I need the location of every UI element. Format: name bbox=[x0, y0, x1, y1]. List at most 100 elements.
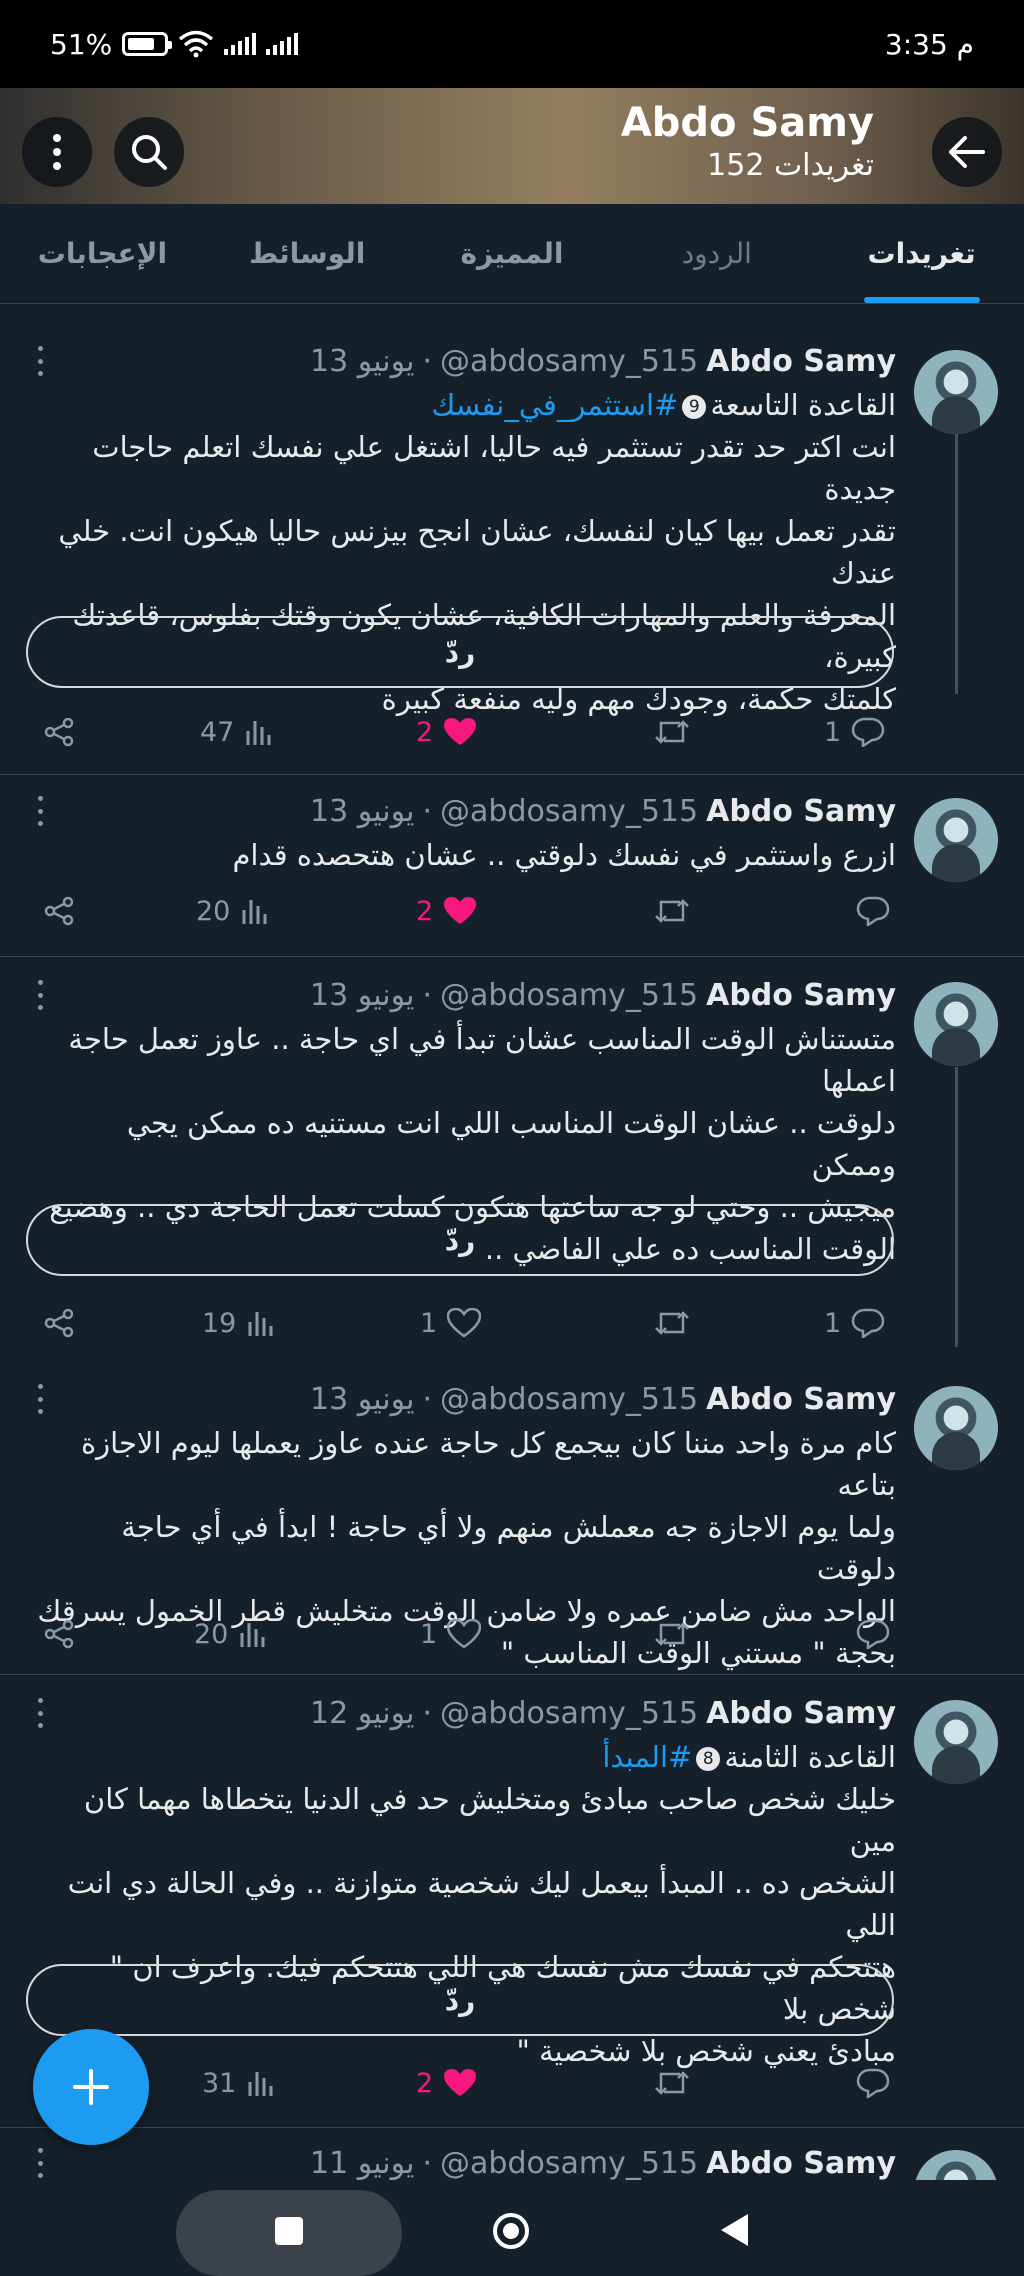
thread-line bbox=[955, 434, 958, 672]
back-button[interactable] bbox=[932, 117, 1002, 187]
tab-tweets[interactable]: تغريدات bbox=[819, 204, 1024, 303]
author-name[interactable]: Abdo Samy bbox=[706, 2146, 896, 2180]
retweet-icon bbox=[655, 720, 689, 744]
views-count[interactable]: 20 bbox=[196, 886, 270, 936]
tweet-date[interactable]: 13 يونيو bbox=[310, 1382, 414, 1417]
more-vertical-icon[interactable] bbox=[36, 796, 44, 826]
tweet-date[interactable]: 13 يونيو bbox=[310, 344, 414, 379]
tweet-date[interactable]: 11 يونيو bbox=[310, 2146, 414, 2180]
more-button[interactable] bbox=[22, 117, 92, 187]
avatar[interactable] bbox=[914, 350, 998, 434]
retweet-button[interactable] bbox=[654, 1298, 690, 1348]
author-name[interactable]: Abdo Samy bbox=[706, 978, 896, 1013]
author-name[interactable]: Abdo Samy bbox=[706, 344, 896, 379]
author-name[interactable]: Abdo Samy bbox=[706, 794, 896, 829]
like-button[interactable]: 2 bbox=[416, 2058, 477, 2108]
reply-button[interactable]: ردّ bbox=[26, 1964, 894, 2036]
tab-replies[interactable]: الردود bbox=[614, 204, 819, 303]
avatar[interactable] bbox=[914, 2150, 998, 2180]
more-vertical-icon[interactable] bbox=[36, 1384, 44, 1414]
tweet-header: Abdo Samy @abdosamy_515 · 13 يونيو bbox=[310, 794, 896, 829]
retweet-icon bbox=[655, 1622, 689, 1646]
search-button[interactable] bbox=[114, 117, 184, 187]
heart-icon bbox=[447, 1308, 482, 1338]
system-nav-bar bbox=[0, 2180, 1024, 2276]
like-count: 2 bbox=[416, 895, 434, 927]
share-button[interactable] bbox=[44, 1298, 74, 1348]
bar-chart-icon bbox=[240, 1623, 265, 1647]
author-handle[interactable]: @abdosamy_515 bbox=[440, 794, 698, 829]
views-count[interactable]: 31 bbox=[202, 2058, 276, 2108]
tweet-text: ازرع واستثمر في نفسك دلوقتي .. عشان هتحص… bbox=[36, 834, 896, 876]
like-button[interactable]: 2 bbox=[416, 707, 477, 757]
views-count[interactable]: 20 bbox=[194, 1609, 268, 1659]
reply-button[interactable]: ردّ bbox=[26, 1204, 894, 1276]
views-count[interactable]: 19 bbox=[202, 1298, 276, 1348]
tab-likes[interactable]: الإعجابات bbox=[0, 204, 205, 303]
avatar[interactable] bbox=[914, 1386, 998, 1470]
profile-tabs: تغريدات الردود المميزة الوسائط الإعجابات bbox=[0, 204, 1024, 304]
views-value: 47 bbox=[200, 716, 235, 748]
author-handle[interactable]: @abdosamy_515 bbox=[440, 2146, 698, 2180]
share-button[interactable] bbox=[44, 1609, 74, 1659]
compose-button[interactable] bbox=[33, 2029, 149, 2145]
hashtag[interactable]: #استثمر_في_نفسك bbox=[431, 388, 678, 422]
text-line: انت اكتر حد تقدر تستثمر فيه حاليا، اشتغل… bbox=[92, 430, 896, 506]
tweet-heading-line: القاعدة التاسعة9#استثمر_في_نفسك bbox=[36, 384, 896, 426]
comment-button[interactable]: 1 bbox=[824, 1298, 885, 1348]
comment-button[interactable] bbox=[856, 2058, 890, 2108]
text-line: كام مرة واحد مننا كان بيجمع كل حاجة عنده… bbox=[80, 1426, 896, 1502]
share-button[interactable] bbox=[44, 707, 74, 757]
text-line: دلوقت .. عشان الوقت المناسب اللي انت مست… bbox=[126, 1106, 896, 1182]
author-handle[interactable]: @abdosamy_515 bbox=[440, 1696, 698, 1731]
tweet-header: Abdo Samy @abdosamy_515 · 11 يونيو bbox=[310, 2146, 896, 2180]
bar-chart-icon bbox=[246, 721, 271, 745]
comment-button[interactable] bbox=[856, 1609, 890, 1659]
tweet-date[interactable]: 13 يونيو bbox=[310, 794, 414, 829]
back-nav-icon[interactable] bbox=[718, 2212, 752, 2248]
avatar[interactable] bbox=[914, 1700, 998, 1784]
author-handle[interactable]: @abdosamy_515 bbox=[440, 344, 698, 379]
retweet-button[interactable] bbox=[654, 886, 690, 936]
status-bar: 51% 3:35 م bbox=[0, 0, 1024, 88]
tweet-date[interactable]: 13 يونيو bbox=[310, 978, 414, 1013]
tweet-header: Abdo Samy @abdosamy_515 · 13 يونيو bbox=[310, 344, 896, 379]
views-count[interactable]: 47 bbox=[200, 707, 274, 757]
text-line: ولما يوم الاجازة جه معملش منهم ولا أي حا… bbox=[121, 1510, 896, 1586]
bar-chart-icon bbox=[248, 2072, 273, 2096]
comment-button[interactable]: 1 bbox=[824, 707, 885, 757]
more-vertical-icon[interactable] bbox=[36, 2148, 44, 2178]
author-handle[interactable]: @abdosamy_515 bbox=[440, 978, 698, 1013]
text-line: خليك شخص صاحب مبادئ ومتخليش حد في الدنيا… bbox=[83, 1782, 896, 1858]
author-name[interactable]: Abdo Samy bbox=[706, 1696, 896, 1731]
reply-count: 1 bbox=[824, 1307, 842, 1339]
more-vertical-icon[interactable] bbox=[36, 980, 44, 1010]
author-name[interactable]: Abdo Samy bbox=[706, 1382, 896, 1417]
plus-icon bbox=[73, 2069, 109, 2105]
text-line: تقدر تعمل بيها كيان لنفسك، عشان انجح بيز… bbox=[58, 514, 896, 590]
retweet-button[interactable] bbox=[654, 707, 690, 757]
hashtag[interactable]: #المبدأ bbox=[602, 1740, 692, 1774]
retweet-button[interactable] bbox=[654, 1609, 690, 1659]
like-button[interactable]: 1 bbox=[420, 1609, 482, 1659]
tab-media[interactable]: الوسائط bbox=[205, 204, 410, 303]
home-icon[interactable] bbox=[491, 2211, 531, 2251]
reply-button[interactable]: ردّ bbox=[26, 616, 894, 688]
avatar[interactable] bbox=[914, 982, 998, 1066]
retweet-button[interactable] bbox=[654, 2058, 690, 2108]
timeline: Abdo Samy @abdosamy_515 · 13 يونيو القاع… bbox=[0, 304, 1024, 2180]
share-button[interactable] bbox=[44, 886, 74, 936]
share-icon bbox=[44, 1308, 74, 1338]
more-vertical-icon[interactable] bbox=[36, 1698, 44, 1728]
avatar[interactable] bbox=[914, 798, 998, 882]
tweet-actions: 31 2 bbox=[0, 2058, 1024, 2108]
recents-icon[interactable] bbox=[273, 2215, 305, 2247]
tab-highlights[interactable]: المميزة bbox=[410, 204, 615, 303]
comment-button[interactable] bbox=[856, 886, 890, 936]
author-handle[interactable]: @abdosamy_515 bbox=[440, 1382, 698, 1417]
like-button[interactable]: 2 bbox=[416, 886, 477, 936]
tweet-date[interactable]: 12 يونيو bbox=[310, 1696, 414, 1731]
like-button[interactable]: 1 bbox=[420, 1298, 482, 1348]
more-vertical-icon[interactable] bbox=[36, 346, 44, 376]
like-count: 2 bbox=[416, 716, 434, 748]
